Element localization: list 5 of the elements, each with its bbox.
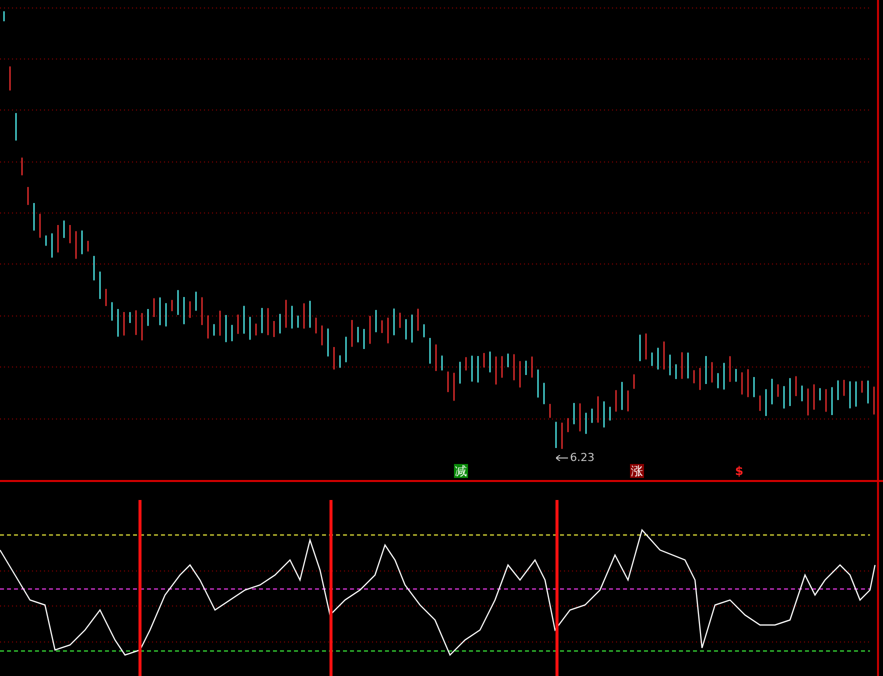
- signal-tag: 涨: [630, 464, 644, 478]
- low-price-value: 6.23: [570, 451, 594, 465]
- signal-tag: $: [734, 464, 744, 478]
- arrow-icon: [556, 455, 568, 461]
- signal-tag: 减: [454, 464, 468, 478]
